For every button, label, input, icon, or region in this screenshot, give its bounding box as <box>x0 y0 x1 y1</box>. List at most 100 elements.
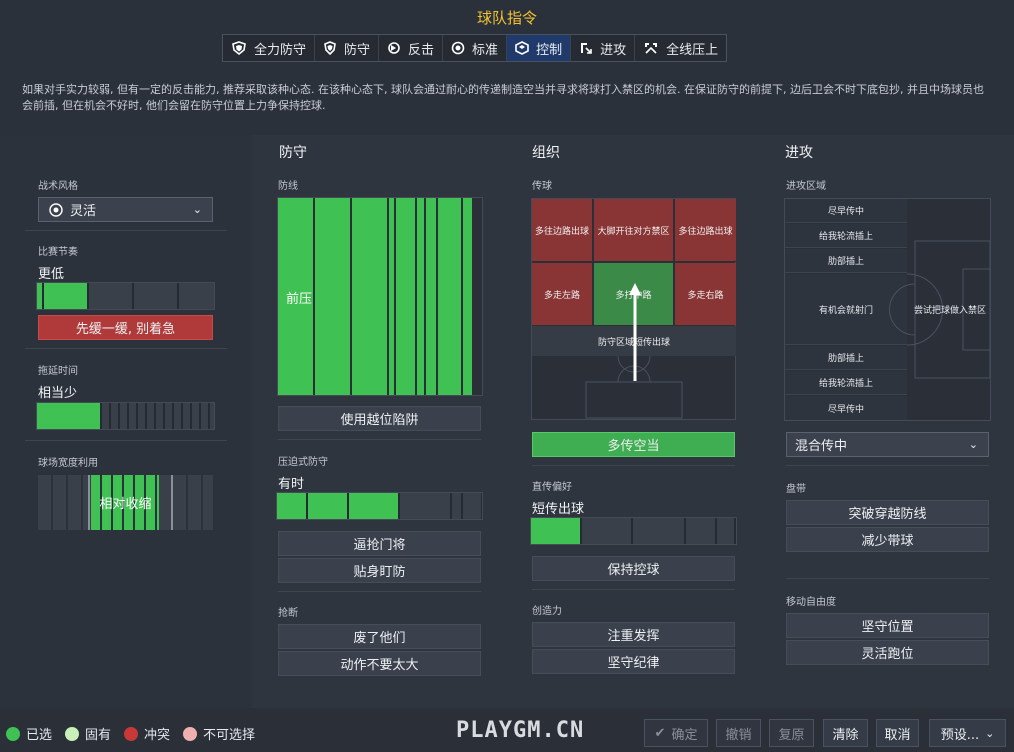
stay-on-feet-button[interactable]: 动作不要太大 <box>278 651 481 676</box>
engage-keeper-button[interactable]: 逼抢门将 <box>278 531 481 556</box>
tempo-slider[interactable] <box>36 282 215 310</box>
all-out-attack-icon <box>645 43 658 54</box>
general-column: 战术风格 灵活 ⌄ 比赛节奏 更低 先缓一缓, 别着急 拖延时间 相当少 球场宽… <box>0 135 252 708</box>
defence-heading: 防守 <box>279 145 307 161</box>
passing-directness-label: 直传偏好 <box>532 482 572 493</box>
tab-defensive[interactable]: 防守 <box>315 35 380 61</box>
clear-label: 清除 <box>832 727 859 743</box>
attacking-area-pitch[interactable]: 尽早传中 给我轮流插上 肋部插上 有机会就射门 肋部插上 给我轮流插上 尽早传中… <box>784 198 991 421</box>
offside-trap-label: 使用越位陷阱 <box>340 413 419 428</box>
watermark: PLAYGM.CN <box>456 718 585 743</box>
style-value: 灵活 <box>70 204 97 219</box>
offside-trap-button[interactable]: 使用越位陷阱 <box>278 406 481 431</box>
passing-directness-slider[interactable] <box>530 517 737 545</box>
attacking-area-label: 进攻区域 <box>786 181 826 192</box>
check-icon: ✔ <box>654 725 666 741</box>
undo-label: 撤销 <box>725 727 752 743</box>
tab-counter[interactable]: 反击 <box>379 35 444 61</box>
conflict-dot-icon <box>124 726 138 741</box>
restore-label: 复原 <box>778 727 805 743</box>
passing-pitch[interactable]: 多往边路出球 大脚开往对方禁区 多往边路出球 多走左路 多打中路 多走右路 防守… <box>531 198 736 420</box>
get-stuck-in-label: 废了他们 <box>353 631 406 646</box>
creative-freedom-label: 移动自由度 <box>786 597 836 608</box>
time-wasting-value: 相当少 <box>38 386 78 401</box>
pressing-slider[interactable] <box>276 492 483 520</box>
tight-marking-button[interactable]: 贴身盯防 <box>278 558 481 583</box>
zone-right[interactable]: 多走右路 <box>675 263 736 325</box>
preset-label: 预设... <box>940 727 980 743</box>
confirm-button[interactable]: ✔ 确定 <box>644 719 708 747</box>
zone-long-ball[interactable]: 大脚开往对方禁区 <box>594 199 674 262</box>
time-wasting-slider[interactable] <box>36 402 215 430</box>
tab-label: 控制 <box>536 42 563 58</box>
cancel-label: 取消 <box>884 727 911 743</box>
confirm-label: 确定 <box>671 727 698 743</box>
attack-icon <box>581 43 592 54</box>
zone-left[interactable]: 多走左路 <box>532 263 593 325</box>
counter-icon <box>388 42 400 54</box>
passing-label: 传球 <box>532 181 552 192</box>
be-expressive-button[interactable]: 注重发挥 <box>532 622 735 647</box>
chevron-down-icon: ⌄ <box>192 203 202 216</box>
legend-label: 不可选择 <box>203 728 256 743</box>
mentality-tabs: 全力防守 防守 反击 标准 控制 进攻 全线压上 <box>222 34 728 62</box>
stay-on-feet-label: 动作不要太大 <box>340 658 419 673</box>
legend-label: 固有 <box>85 728 112 743</box>
width-value: 相对收缩 <box>99 497 152 512</box>
hold-position-button[interactable]: 坚守位置 <box>786 613 989 638</box>
style-label: 战术风格 <box>38 181 78 192</box>
selected-dot-icon <box>6 726 20 741</box>
crossing-value: 混合传中 <box>795 439 848 454</box>
get-stuck-in-button[interactable]: 废了他们 <box>278 624 481 649</box>
organise-column: 组织 传球 多往边路出球 大脚开往对方禁区 多往边路出球 多走左路 多打中路 多… <box>507 135 758 708</box>
width-slider[interactable]: 相对收缩 <box>38 475 213 530</box>
footer-bar: 已选 固有 冲突 不可选择 PLAYGM.CN ✔ 确定 撤销 复原 清除 取消 … <box>0 708 1014 752</box>
arrow-up-icon <box>629 283 641 381</box>
unavailable-dot-icon <box>183 726 197 741</box>
time-wasting-label: 拖延时间 <box>38 366 78 377</box>
balance-icon <box>451 41 465 55</box>
defensive-line-pitch[interactable]: 前压 <box>277 197 483 396</box>
pass-into-space-button[interactable]: 多传空当 <box>532 432 735 457</box>
style-dropdown[interactable]: 灵活 ⌄ <box>38 197 213 222</box>
tab-control[interactable]: 控制 <box>507 35 572 61</box>
retain-possession-label: 保持控球 <box>607 563 660 578</box>
tab-very-attacking[interactable]: 全线压上 <box>635 35 726 61</box>
inherent-dot-icon <box>65 726 79 741</box>
preset-dropdown[interactable]: 预设... ⌄ <box>929 719 1006 747</box>
undo-button[interactable]: 撤销 <box>716 719 761 747</box>
defensive-line-label: 防线 <box>278 181 298 192</box>
clear-button[interactable]: 清除 <box>823 719 868 747</box>
retain-possession-button[interactable]: 保持控球 <box>532 556 735 581</box>
chevron-down-icon: ⌄ <box>985 726 995 740</box>
width-label: 球场宽度利用 <box>38 458 98 469</box>
tempo-instruction-button[interactable]: 先缓一缓, 别着急 <box>38 315 213 340</box>
be-disciplined-button[interactable]: 坚守纪律 <box>532 649 735 674</box>
passing-directness-value: 短传出球 <box>532 502 585 517</box>
dribble-less-button[interactable]: 减少带球 <box>786 527 989 552</box>
creativity-label: 创造力 <box>532 606 562 617</box>
roam-button[interactable]: 灵活跑位 <box>786 640 989 665</box>
defensive-line-value: 前压 <box>286 292 313 307</box>
zone-right-wide[interactable]: 多往边路出球 <box>675 199 736 262</box>
legend-selected: 已选 <box>6 724 52 743</box>
zone-work-into-box[interactable]: 尝试把球做入禁区 <box>909 294 991 324</box>
tab-balanced[interactable]: 标准 <box>443 35 508 61</box>
tempo-value: 更低 <box>38 267 65 282</box>
pressing-label: 压迫式防守 <box>278 457 328 468</box>
cancel-button[interactable]: 取消 <box>876 719 919 747</box>
run-at-defence-label: 突破穿越防线 <box>848 507 927 522</box>
restore-button[interactable]: 复原 <box>769 719 814 747</box>
crossing-dropdown[interactable]: 混合传中 ⌄ <box>786 432 989 457</box>
chevron-down-icon: ⌄ <box>968 438 978 451</box>
tab-attacking[interactable]: 进攻 <box>571 35 636 61</box>
defence-column: 防守 防线 前压 使用越位陷阱 压迫式防守 有时 逼抢门将 贴身盯防 抢断 废了… <box>254 135 505 708</box>
tab-very-defensive[interactable]: 全力防守 <box>223 35 316 61</box>
run-at-defence-button[interactable]: 突破穿越防线 <box>786 500 989 525</box>
dribble-less-label: 减少带球 <box>861 534 914 549</box>
shield-heavy-icon <box>232 41 246 55</box>
shield-icon <box>324 41 336 55</box>
tab-label: 全线压上 <box>666 42 719 58</box>
flexible-icon <box>49 202 63 217</box>
zone-left-wide[interactable]: 多往边路出球 <box>532 199 593 262</box>
